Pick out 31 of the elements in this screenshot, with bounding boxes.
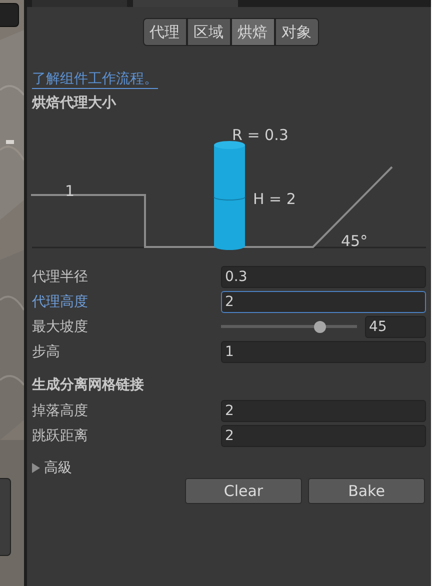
field-label: 掉落高度 — [32, 402, 89, 420]
action-button[interactable]: Bake — [308, 478, 425, 504]
tab[interactable]: 对象 — [274, 18, 318, 46]
field-label: 步高 — [32, 342, 61, 362]
tab[interactable]: 代理 — [142, 18, 186, 46]
section-heading: 烘焙代理大小 — [30, 94, 118, 112]
field-label: 跳跃距离 — [32, 426, 89, 446]
step-label: 1 — [65, 182, 75, 200]
input-field[interactable]: 2 — [221, 425, 426, 447]
window-tab[interactable] — [133, 0, 238, 7]
window-tab[interactable] — [32, 0, 127, 7]
number-field[interactable]: 45 — [365, 316, 426, 338]
expand-triangle-icon — [32, 463, 40, 473]
input-field[interactable]: 0.3 — [221, 266, 426, 288]
field-label: 代理半径 — [32, 268, 89, 286]
field-label: 最大坡度 — [32, 318, 89, 336]
field-label: 代理高度 — [32, 292, 89, 312]
tab[interactable]: 区域 — [186, 18, 230, 46]
radius-label: R = 0.3 — [232, 126, 288, 144]
slider-thumb[interactable] — [314, 321, 326, 333]
slope-label: 45° — [341, 232, 368, 250]
input-field[interactable]: 2 — [221, 400, 426, 422]
input-field[interactable]: 1 — [221, 341, 426, 363]
help-link[interactable]: 了解组件工作流程。 — [32, 71, 158, 89]
section-heading: 生成分离网格链接 — [30, 376, 145, 394]
action-button[interactable]: Clear — [185, 478, 302, 504]
height-label: H = 2 — [253, 190, 296, 208]
input-field[interactable]: 2 — [221, 291, 426, 313]
advanced-foldout[interactable]: 高級 — [32, 459, 72, 477]
tab[interactable]: 烘焙 — [230, 18, 274, 46]
input-field[interactable] — [0, 3, 19, 27]
